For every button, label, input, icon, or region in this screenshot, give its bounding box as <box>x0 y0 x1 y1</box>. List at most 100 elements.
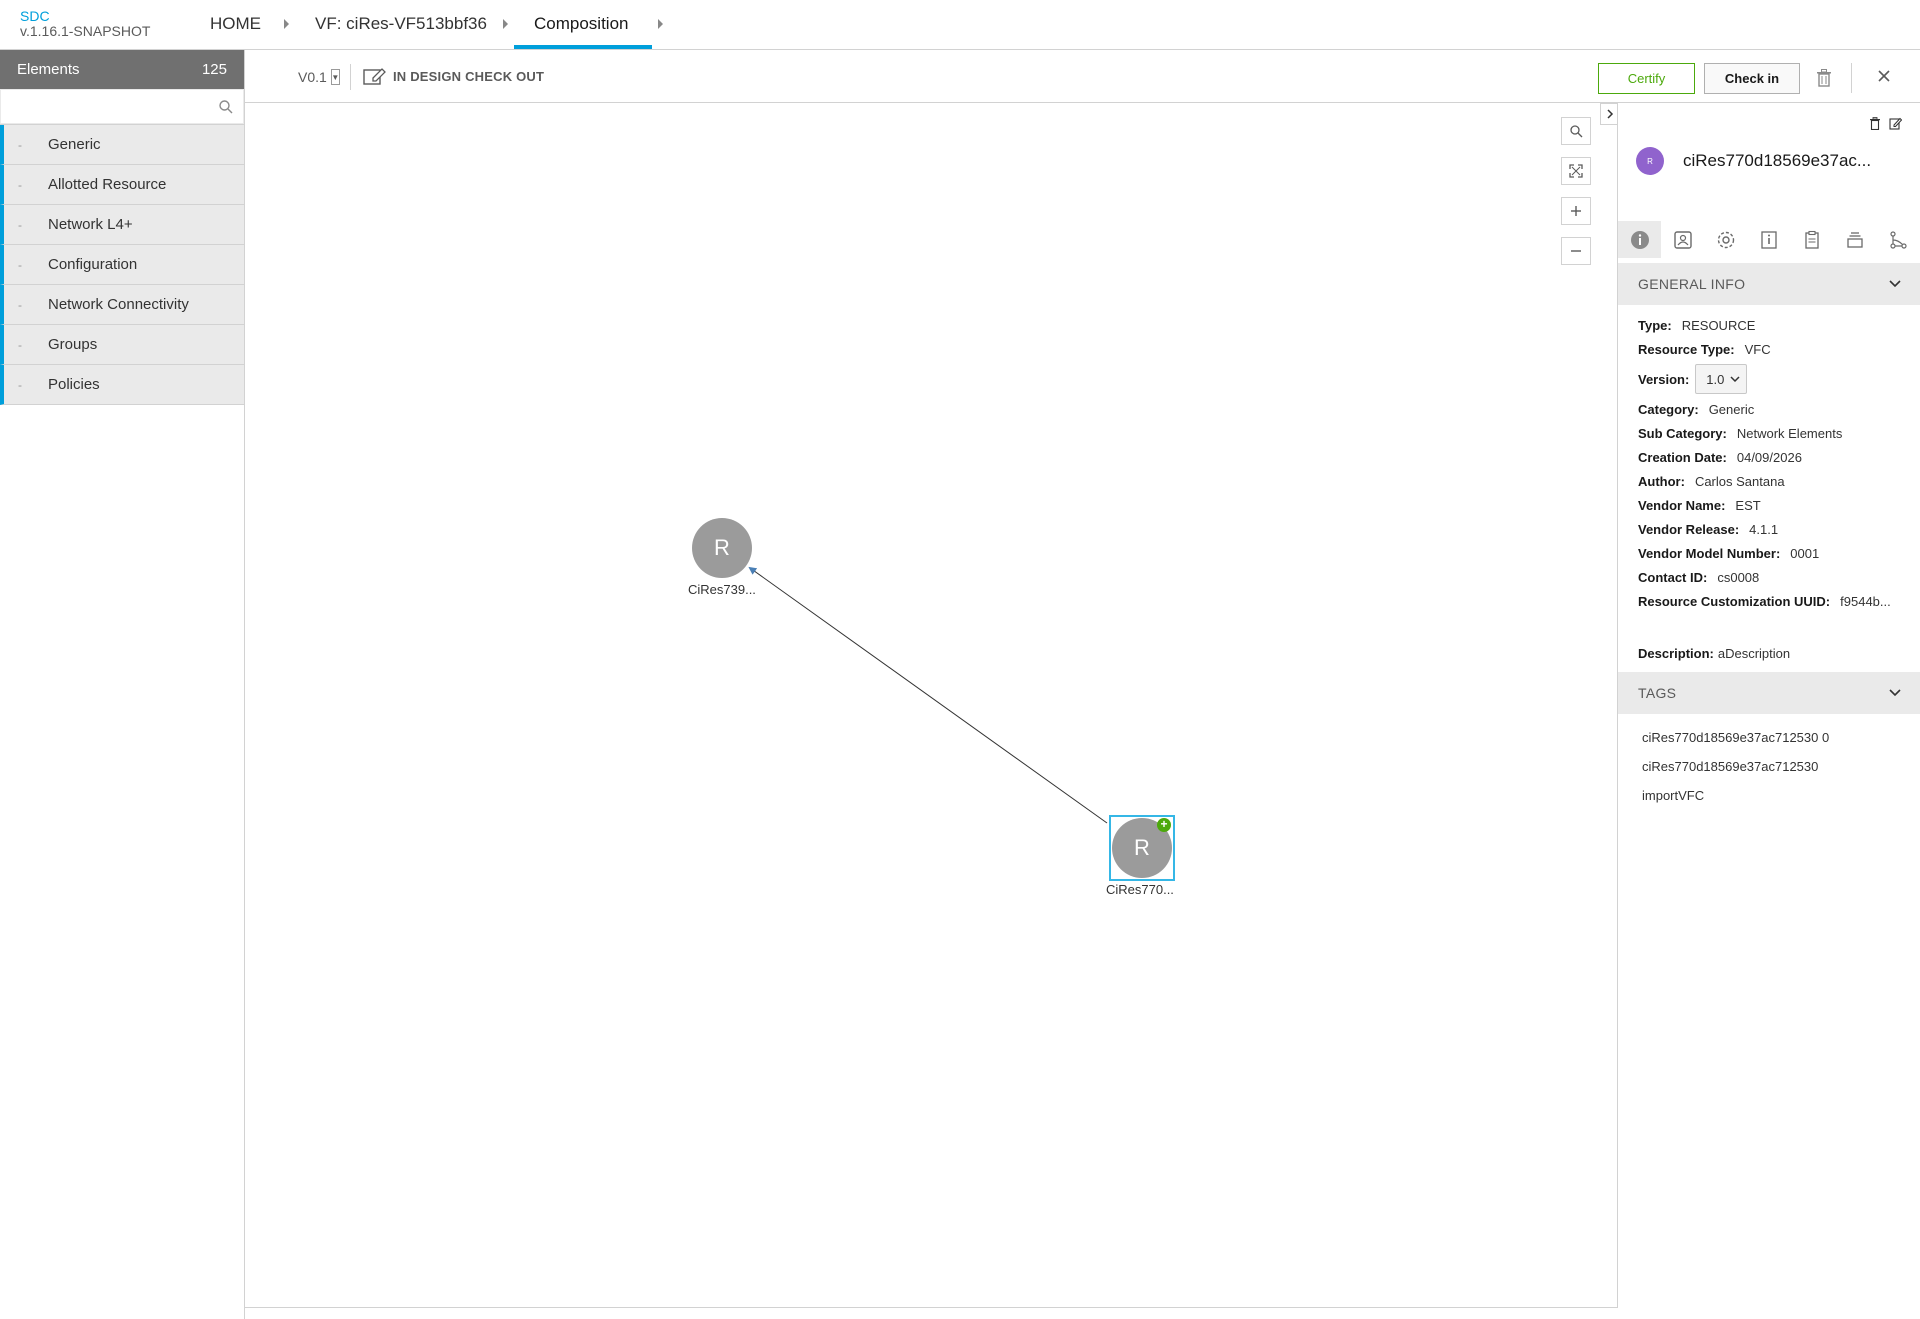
palette-category-configuration[interactable]: - Configuration <box>0 245 244 285</box>
breadcrumb-composition[interactable]: Composition <box>534 14 629 34</box>
check-in-button[interactable]: Check in <box>1704 63 1800 94</box>
tab-properties[interactable] <box>1704 221 1747 258</box>
zoom-in-button[interactable] <box>1561 197 1591 225</box>
collapse-dash-icon[interactable]: - <box>4 138 48 152</box>
info-row-contact-id: Contact ID: cs0008 <box>1638 569 1760 585</box>
palette-category-label: Policies <box>48 376 100 393</box>
search-icon <box>1570 125 1583 138</box>
info-row-version: Version: 1.0 <box>1638 361 1913 397</box>
zoom-search-button[interactable] <box>1561 117 1591 145</box>
search-icon[interactable] <box>218 99 234 115</box>
collapse-dash-icon[interactable]: - <box>4 298 48 312</box>
tags-header[interactable]: TAGS <box>1618 672 1920 714</box>
collapse-dash-icon[interactable]: - <box>4 218 48 232</box>
info-row-vendor-name: Vendor Name: EST <box>1638 497 1761 513</box>
lifecycle-state: IN DESIGN CHECK OUT <box>363 67 544 85</box>
general-info-header[interactable]: GENERAL INFO <box>1618 263 1920 305</box>
panel-actions <box>1869 117 1902 130</box>
info-row-category: Category: Generic <box>1638 401 1755 417</box>
layers-icon <box>1846 231 1863 248</box>
details-panel: R ciRes770d18569e37ac... GENERAL INFO Ty… <box>1617 103 1920 1308</box>
app-name: SDC <box>20 8 50 24</box>
palette-category-network-l4[interactable]: - Network L4+ <box>0 205 244 245</box>
component-name: ciRes770d18569e37ac... <box>1683 151 1872 170</box>
info-row-description: Description: aDescription <box>1638 645 1791 661</box>
expand-icon <box>1569 164 1583 178</box>
palette-category-groups[interactable]: - Groups <box>0 325 244 365</box>
edit-icon[interactable] <box>1889 117 1902 130</box>
trash-icon[interactable] <box>1816 69 1832 87</box>
breadcrumb-vf[interactable]: VF: ciRes-VF513bbf36 <box>315 14 487 34</box>
palette-category-label: Configuration <box>48 256 138 273</box>
connections-layer <box>748 566 1108 824</box>
composition-canvas[interactable]: R CiRes739... R + CiRes770... <box>245 103 1617 1308</box>
palette-header: Elements 125 <box>0 50 244 89</box>
app-logo[interactable]: SDC v.1.16.1-SNAPSHOT <box>20 9 150 39</box>
breadcrumb-separator-icon[interactable] <box>503 19 508 29</box>
panel-title: R ciRes770d18569e37ac... <box>1636 147 1871 175</box>
info-row-vendor-model: Vendor Model Number: 0001 <box>1638 545 1820 561</box>
info-row-customization-uuid: Resource Customization UUID: f9544b... <box>1638 593 1891 609</box>
palette-category-generic[interactable]: - Generic <box>0 125 244 165</box>
info-row-type: Type: RESOURCE <box>1638 317 1756 333</box>
tab-api-artifacts[interactable] <box>1790 221 1833 258</box>
palette-category-label: Network Connectivity <box>48 296 189 313</box>
breadcrumb-separator-icon[interactable] <box>658 19 663 29</box>
tab-information-artifacts[interactable] <box>1747 221 1790 258</box>
tab-composition[interactable] <box>1833 221 1876 258</box>
collapse-dash-icon[interactable]: - <box>4 378 48 392</box>
add-plus-icon[interactable]: + <box>1157 818 1171 832</box>
collapse-dash-icon[interactable]: - <box>4 178 48 192</box>
chevron-down-icon[interactable] <box>1889 280 1901 288</box>
canvas-toolbar: V0.1 ▼ IN DESIGN CHECK OUT Certify Check… <box>245 50 1920 103</box>
general-info-body: Type: RESOURCE Resource Type: VFC Version:… <box>1638 313 1913 665</box>
panel-tabs <box>1618 221 1920 258</box>
zoom-out-button[interactable] <box>1561 237 1591 265</box>
caret-down-icon[interactable]: ▼ <box>330 69 340 85</box>
breadcrumb-separator-icon[interactable] <box>284 19 289 29</box>
certify-button[interactable]: Certify <box>1598 63 1695 94</box>
version-dropdown[interactable]: 1.0 <box>1695 364 1748 394</box>
collapse-dash-icon[interactable]: - <box>4 258 48 272</box>
tab-relations[interactable] <box>1876 221 1919 258</box>
trash-icon[interactable] <box>1869 117 1881 130</box>
info-row-creation-date: Creation Date: 04/09/2026 <box>1638 449 1802 465</box>
info-row-author: Author: Carlos Santana <box>1638 473 1785 489</box>
version-value: V0.1 <box>298 69 327 85</box>
divider <box>1851 63 1852 93</box>
palette-search-input[interactable] <box>0 89 244 124</box>
checkout-edit-icon <box>363 68 386 85</box>
chevron-down-icon[interactable] <box>1889 689 1901 697</box>
category-list: - Generic - Allotted Resource - Network L4+ - C… <box>0 125 244 405</box>
tags-title: TAGS <box>1638 685 1677 701</box>
app-version: v.1.16.1-SNAPSHOT <box>20 23 151 39</box>
lifecycle-state-text: IN DESIGN CHECK OUT <box>393 68 545 84</box>
tab-general-info[interactable] <box>1618 221 1661 258</box>
minus-icon <box>1571 250 1581 252</box>
tab-deployment-artifacts[interactable] <box>1661 221 1704 258</box>
collapse-dash-icon[interactable]: - <box>4 338 48 352</box>
breadcrumb-home[interactable]: HOME <box>210 14 261 34</box>
divider <box>350 64 351 90</box>
info-row-sub-category: Sub Category: Network Elements <box>1638 425 1843 441</box>
fit-to-screen-button[interactable] <box>1561 157 1591 185</box>
palette-category-policies[interactable]: - Policies <box>0 365 244 405</box>
panel-collapse-button[interactable] <box>1600 103 1618 125</box>
tag-item: ciRes770d18569e37ac712530 0 <box>1642 730 1830 745</box>
palette-category-label: Allotted Resource <box>48 176 167 193</box>
chevron-down-icon <box>1730 375 1740 382</box>
node-label: CiRes770... <box>1106 882 1174 897</box>
palette-category-network-connectivity[interactable]: - Network Connectivity <box>0 285 244 325</box>
version-selector[interactable]: V0.1 ▼ <box>298 69 340 85</box>
info-circle-icon <box>1630 230 1649 249</box>
relations-icon <box>1889 230 1907 249</box>
chevron-right-icon <box>1606 109 1613 119</box>
node-label: CiRes739... <box>688 582 756 597</box>
component-node[interactable]: R <box>692 518 752 578</box>
palette-search <box>0 89 244 125</box>
top-header: SDC v.1.16.1-SNAPSHOT HOME VF: ciRes-VF5… <box>0 0 1920 50</box>
info-row-vendor-release: Vendor Release: 4.1.1 <box>1638 521 1779 537</box>
palette-category-allotted-resource[interactable]: - Allotted Resource <box>0 165 244 205</box>
relation-line[interactable] <box>748 566 1108 824</box>
close-icon[interactable] <box>1877 69 1891 83</box>
